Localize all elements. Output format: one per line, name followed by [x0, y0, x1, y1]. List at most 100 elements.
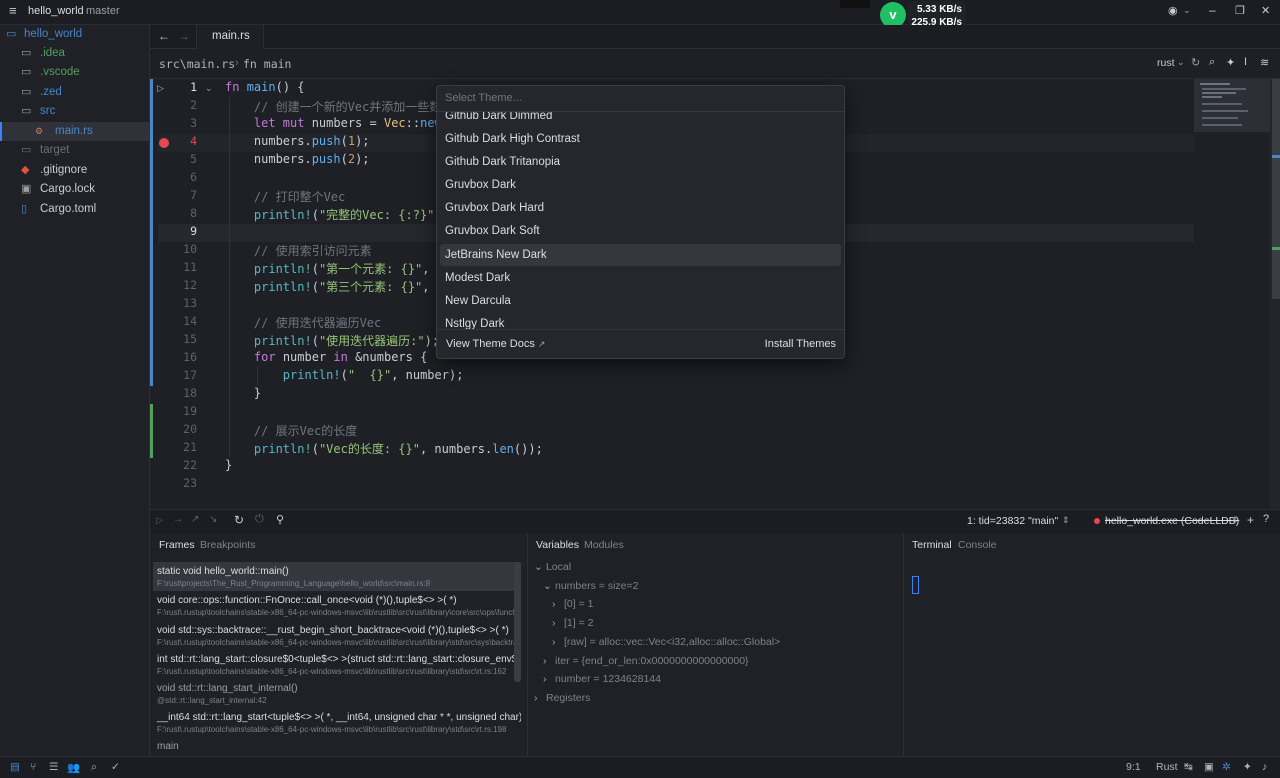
chevron-right-icon[interactable]: › [552, 598, 556, 610]
chevron-right-icon[interactable]: › [552, 617, 556, 629]
tab-breakpoints[interactable]: Breakpoints [200, 539, 255, 551]
branch-name[interactable]: master [86, 5, 120, 17]
chevron-right-icon[interactable]: › [543, 655, 547, 667]
chevron-down-icon[interactable]: ⌄ [543, 580, 552, 592]
chevron-right-icon[interactable]: › [534, 692, 538, 704]
tree-item-vscode[interactable]: ▭ .vscode [0, 63, 149, 82]
project-panel-icon[interactable]: ▤ [10, 761, 20, 773]
project-name[interactable]: hello_world [28, 5, 84, 17]
add-session-icon[interactable]: + [1247, 513, 1254, 527]
view-theme-docs-link[interactable]: View Theme Docs ↗ [446, 338, 545, 350]
theme-item[interactable]: Modest Dark [440, 267, 841, 289]
tree-item-main-rs[interactable]: ⚙ main.rs [0, 122, 149, 141]
text-cursor-icon[interactable]: I [1244, 56, 1247, 68]
variable-row[interactable]: number = 1234628144 [555, 673, 661, 685]
terminal-cursor[interactable] [912, 576, 919, 594]
tab-main-rs[interactable]: main.rs [196, 25, 264, 49]
terminal-toggle-icon[interactable]: ▣ [1204, 761, 1214, 773]
chevron-right-icon[interactable]: › [543, 673, 547, 685]
chevron-right-icon[interactable]: › [552, 636, 556, 648]
notifications-bell-icon[interactable]: ♪ [1262, 761, 1267, 773]
variable-row[interactable]: [raw] = alloc::vec::Vec<i32,alloc::alloc… [564, 636, 780, 648]
search-icon[interactable]: ⌕ [91, 761, 97, 774]
thread-label[interactable]: main [157, 741, 179, 752]
frame-item[interactable]: void std::sys::backtrace::__rust_begin_s… [153, 621, 521, 650]
vim-mode-icon[interactable]: ↹ [1184, 761, 1193, 773]
session-selector[interactable]: hello_world.exe (CodeLLDB) [1105, 515, 1239, 527]
search-icon[interactable]: ⌕ [1209, 56, 1215, 69]
theme-item[interactable]: New Darcula [440, 290, 841, 312]
back-arrow-icon[interactable]: ← [158, 29, 170, 43]
debug-settings-icon[interactable]: ⚲ [276, 513, 284, 526]
chevron-down-icon[interactable]: ⌄ [1183, 5, 1191, 16]
breadcrumb-path[interactable]: src\main.rs [159, 57, 235, 71]
theme-item[interactable]: Gruvbox Dark Soft [440, 220, 841, 242]
tree-item-target[interactable]: ▭ target [0, 141, 149, 160]
tab-modules[interactable]: Modules [584, 539, 624, 551]
variable-row[interactable]: [0] = 1 [564, 598, 593, 610]
tree-item-zed[interactable]: ▭ .zed [0, 83, 149, 102]
cursor-position[interactable]: 9:1 [1126, 761, 1141, 773]
chevron-down-icon[interactable]: ⌄ [534, 561, 543, 573]
step-over-icon[interactable]: → [173, 514, 183, 525]
tree-item-cargo-toml[interactable]: ▯ Cargo.toml [0, 200, 149, 219]
tree-item-src[interactable]: ▭ src [0, 102, 149, 121]
git-branch-icon[interactable]: ⑂ [30, 761, 36, 773]
variable-row[interactable]: iter = {end_or_len:0x0000000000000000} [555, 655, 749, 667]
outline-icon[interactable]: ☰ [49, 761, 58, 773]
tab-variables[interactable]: Variables [536, 539, 579, 551]
theme-item[interactable]: Github Dark High Contrast [440, 128, 841, 150]
stop-icon[interactable]: ⏻ [255, 513, 264, 526]
theme-item[interactable]: Github Dark Tritanopia [440, 151, 841, 173]
theme-item[interactable]: Nstlgy Dark [440, 313, 841, 329]
frame-item[interactable]: void core::ops::function::FnOnce::call_o… [153, 591, 521, 620]
theme-list[interactable]: Github Dark Dimmed Github Dark High Cont… [437, 112, 844, 329]
help-icon[interactable]: ? [1263, 513, 1269, 525]
theme-picker[interactable]: Github Dark Dimmed Github Dark High Cont… [436, 85, 845, 359]
variable-row[interactable]: [1] = 2 [564, 617, 593, 629]
continue-icon[interactable]: ▷ [156, 515, 163, 526]
tab-frames[interactable]: Frames [159, 539, 195, 551]
diagnostics-check-icon[interactable]: ✓ [111, 761, 120, 773]
language-mode[interactable]: Rust [1156, 761, 1178, 773]
frames-scrollbar-thumb[interactable] [514, 562, 521, 682]
variable-row[interactable]: Registers [546, 692, 590, 704]
editor-scrollbar-thumb[interactable] [1272, 79, 1280, 299]
minimap[interactable] [1194, 79, 1270, 132]
tree-item-idea[interactable]: ▭ .idea [0, 44, 149, 63]
frame-item[interactable]: int std::rt::lang_start::closure$0<tuple… [153, 650, 521, 679]
theme-item[interactable]: Gruvbox Dark [440, 174, 841, 196]
theme-search-input[interactable] [437, 86, 842, 110]
thread-selector[interactable]: 1: tid=23832 "main" [967, 515, 1058, 527]
language-selector[interactable]: rust [1157, 57, 1175, 69]
debug-panel-icon[interactable]: ✲ [1222, 761, 1231, 773]
tree-item-cargo-lock[interactable]: ▣ Cargo.lock [0, 180, 149, 199]
restore-icon[interactable]: ❐ [1235, 4, 1245, 17]
tree-item-hello-world[interactable]: ▭ hello_world [0, 25, 149, 44]
variable-row[interactable]: Local [546, 561, 571, 573]
frame-item[interactable]: void std::rt::lang_start_internal() @std… [153, 679, 521, 708]
settings-sliders-icon[interactable]: ≋ [1260, 56, 1269, 69]
install-themes-button[interactable]: Install Themes [765, 338, 836, 350]
assistant-icon[interactable]: ✦ [1243, 761, 1252, 773]
tab-terminal[interactable]: Terminal [912, 539, 952, 551]
updown-chevron-icon[interactable]: ⇕ [1062, 515, 1070, 526]
tree-item-gitignore[interactable]: ◆ .gitignore [0, 161, 149, 180]
run-icon[interactable]: ▷ [157, 83, 164, 94]
breadcrumb-symbol[interactable]: fn main [243, 57, 291, 71]
editor-scrollbar-track[interactable] [1270, 79, 1280, 508]
fold-chevron-icon[interactable]: ⌄ [205, 83, 213, 94]
restart-icon[interactable]: ↻ [234, 513, 244, 527]
user-avatar-icon[interactable]: ◉ [1168, 4, 1178, 17]
frame-item-selected[interactable]: static void hello_world::main() F:\rust\… [153, 562, 521, 591]
step-into-icon[interactable]: ↘ [209, 514, 217, 525]
close-icon[interactable]: ✕ [1261, 4, 1270, 17]
collab-icon[interactable]: 👥 [67, 761, 80, 774]
variable-row[interactable]: numbers = size=2 [555, 580, 638, 592]
theme-item-selected[interactable]: JetBrains New Dark [440, 244, 841, 266]
sparkle-icon[interactable]: ✦ [1226, 56, 1235, 69]
theme-item[interactable]: Github Dark Dimmed [440, 112, 841, 127]
step-out-icon[interactable]: ↗ [191, 514, 199, 525]
minimize-icon[interactable]: – [1209, 3, 1216, 17]
sync-icon[interactable]: ↻ [1191, 56, 1200, 69]
